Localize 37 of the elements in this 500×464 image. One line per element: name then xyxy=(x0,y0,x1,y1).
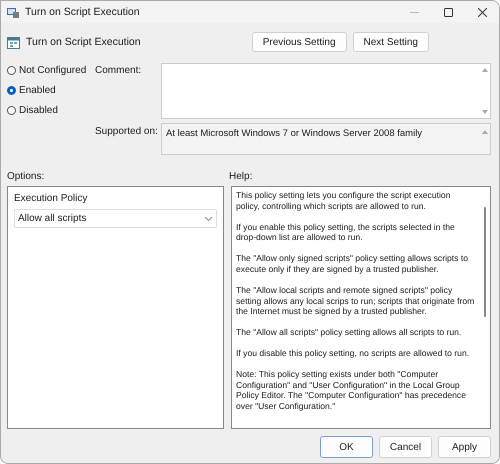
policy-icon xyxy=(7,6,19,18)
radio-button[interactable] xyxy=(7,86,16,95)
comment-field[interactable] xyxy=(161,63,491,119)
radio-button[interactable] xyxy=(7,66,16,75)
dialog-button[interactable]: OK xyxy=(320,436,373,458)
radio-label[interactable]: Enabled xyxy=(19,85,56,96)
supported-on-text: At least Microsoft Windows 7 or Windows Server 2008 family xyxy=(166,128,424,141)
policy-dropdown[interactable]: Allow all scripts xyxy=(14,209,217,228)
maximize-icon[interactable] xyxy=(444,8,452,16)
radio-label[interactable]: Not Configured xyxy=(19,65,86,76)
help-paragraph: The "Allow only signed scripts" policy setting allows scripts to execute only if they are signed by a trusted publisher. xyxy=(236,253,470,275)
options-label: Options: xyxy=(7,171,46,182)
dialog-button[interactable]: Cancel xyxy=(379,436,432,458)
scroll-down-icon[interactable] xyxy=(482,110,488,114)
calendar-icon xyxy=(7,36,20,48)
nav-button[interactable]: Previous Setting xyxy=(252,32,347,52)
close-icon[interactable] xyxy=(478,8,486,16)
help-paragraph: This policy setting lets you configure the script execution policy, controlling which scripts are allowed to run. xyxy=(236,190,452,212)
radio-label[interactable]: Disabled xyxy=(19,105,58,116)
scrollbar-thumb[interactable] xyxy=(484,207,486,317)
help-paragraph: The "Allow all scripts" policy setting allows all scripts to run. xyxy=(236,327,462,338)
help-paragraph: If you disable this policy setting, no scripts are allowed to run. xyxy=(236,348,470,359)
supported-on-label: Supported on: xyxy=(95,126,159,139)
help-paragraph: The "Allow local scripts and remote signed scripts" policy setting allows any local scrips to run; scripts that originate from the Internet must be signed by a trusted publisher. xyxy=(236,284,476,318)
radio-button[interactable] xyxy=(7,106,16,115)
chevron-down-icon xyxy=(205,216,212,220)
policy-label: Execution Policy xyxy=(14,193,88,204)
scroll-up-icon[interactable] xyxy=(482,130,488,134)
dialog-button[interactable]: Apply xyxy=(438,436,491,458)
help-paragraph: If you enable this policy setting, the scripts selected in the drop-down list are allowed to run. xyxy=(236,222,456,244)
window-title: Turn on Script Execution xyxy=(25,6,141,18)
scroll-up-icon[interactable] xyxy=(482,68,488,72)
setting-title: Turn on Script Execution xyxy=(26,36,142,48)
help-label: Help: xyxy=(229,171,254,182)
nav-button[interactable]: Next Setting xyxy=(352,32,429,52)
help-paragraph: Note: This policy setting exists under both "Computer Configuration" and "User Configuration" in the Local Group Policy Editor. The "Computer Configuration" has precedence over "User Configuration." xyxy=(236,368,467,412)
comment-label: Comment: xyxy=(95,65,142,76)
